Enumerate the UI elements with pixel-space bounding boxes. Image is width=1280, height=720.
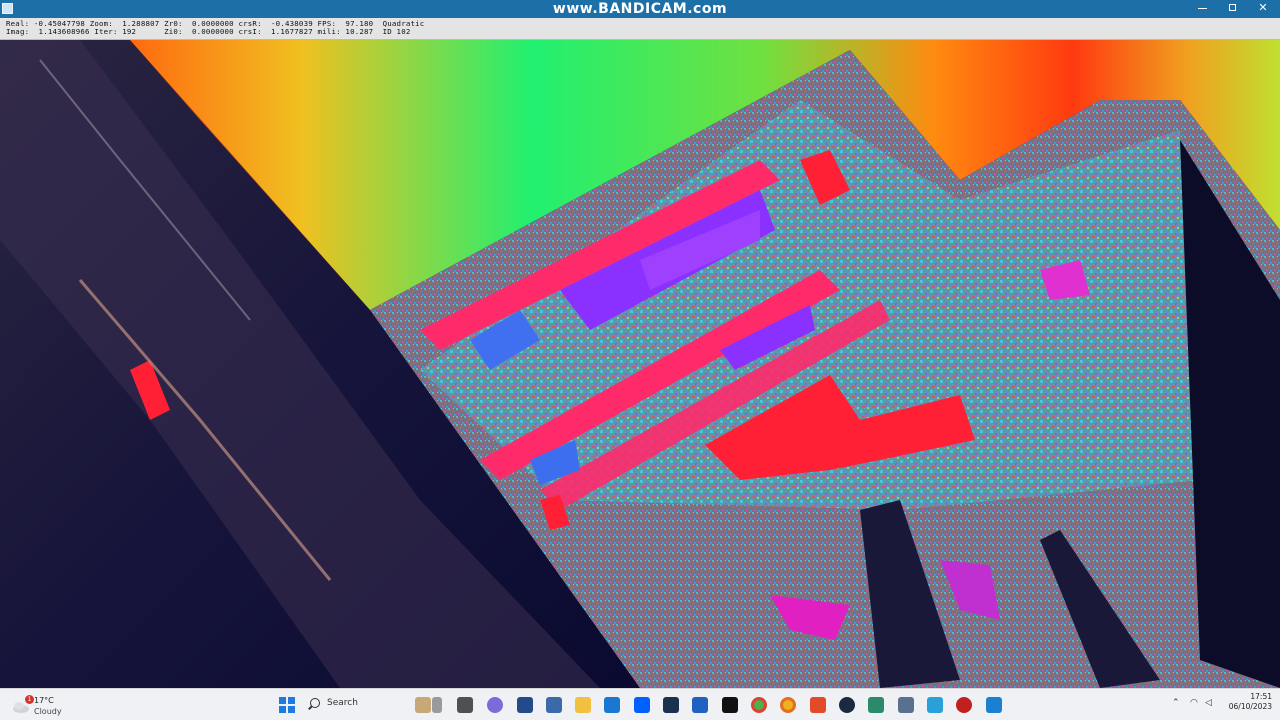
maximize-icon (1229, 4, 1236, 11)
bandicam-watermark: www.BANDICAM.com (552, 1, 728, 17)
minimize-icon (1198, 8, 1207, 9)
widgets-icon[interactable] (415, 697, 431, 713)
dropbox-icon[interactable] (634, 697, 650, 713)
taskbar-search[interactable]: Search (304, 696, 408, 714)
office-icon[interactable] (810, 697, 826, 713)
fractal-canvas[interactable] (0, 40, 1280, 688)
steam-icon[interactable] (839, 697, 855, 713)
info-row-imag: Imag: 1.143608966 Iter: 192 Zi0: 0.00000… (6, 27, 411, 36)
teams-chat-icon[interactable] (487, 697, 503, 713)
wifi-icon[interactable]: ◠ (1190, 698, 1198, 708)
store-icon[interactable] (517, 697, 533, 713)
netflix-icon[interactable] (722, 697, 738, 713)
minimize-button[interactable] (1188, 0, 1218, 18)
speaker-icon[interactable]: ◁ (1205, 698, 1212, 708)
close-icon: ✕ (1258, 1, 1268, 14)
search-icon (310, 698, 320, 708)
paint-app-icon[interactable] (927, 697, 943, 713)
weather-temperature: 17°C (34, 696, 54, 705)
clock-time: 17:51 (1250, 692, 1272, 701)
chrome-icon[interactable] (751, 697, 767, 713)
weather-widget[interactable]: 1 17°C Cloudy (8, 692, 78, 718)
chevron-up-icon[interactable]: ⌃ (1172, 698, 1180, 708)
remote-app-icon[interactable] (986, 697, 1002, 713)
task-view-icon[interactable] (457, 697, 473, 713)
file-explorer-icon[interactable] (575, 697, 591, 713)
widgets-icon-b[interactable] (432, 697, 442, 713)
maximize-button[interactable] (1218, 0, 1248, 18)
weather-alert-badge: 1 (25, 695, 34, 704)
app-icon-blue[interactable] (546, 697, 562, 713)
obs-icon[interactable] (956, 697, 972, 713)
spreadsheet-icon[interactable] (868, 697, 884, 713)
windows-start-button[interactable] (279, 697, 295, 713)
fractal-info-panel: Real: -0.45047798 Zoom: 1.288807 Zr0: 0.… (0, 18, 1280, 40)
window-titlebar: www.BANDICAM.com ✕ (0, 0, 1280, 18)
clock-date: 06/10/2023 (1228, 702, 1272, 711)
windows-taskbar: 1 17°C Cloudy Search ⌃ ◠ ◁ 17:51 06/10/2… (0, 688, 1280, 720)
system-clock[interactable]: 17:51 06/10/2023 (1220, 692, 1272, 712)
window-app-icon[interactable] (898, 697, 914, 713)
search-label: Search (327, 698, 358, 708)
media-app-icon[interactable] (663, 697, 679, 713)
weather-condition: Cloudy (34, 707, 62, 716)
close-button[interactable]: ✕ (1248, 0, 1278, 18)
calendar-icon[interactable] (692, 697, 708, 713)
chrome-canary-icon[interactable] (780, 697, 796, 713)
mail-icon[interactable] (604, 697, 620, 713)
